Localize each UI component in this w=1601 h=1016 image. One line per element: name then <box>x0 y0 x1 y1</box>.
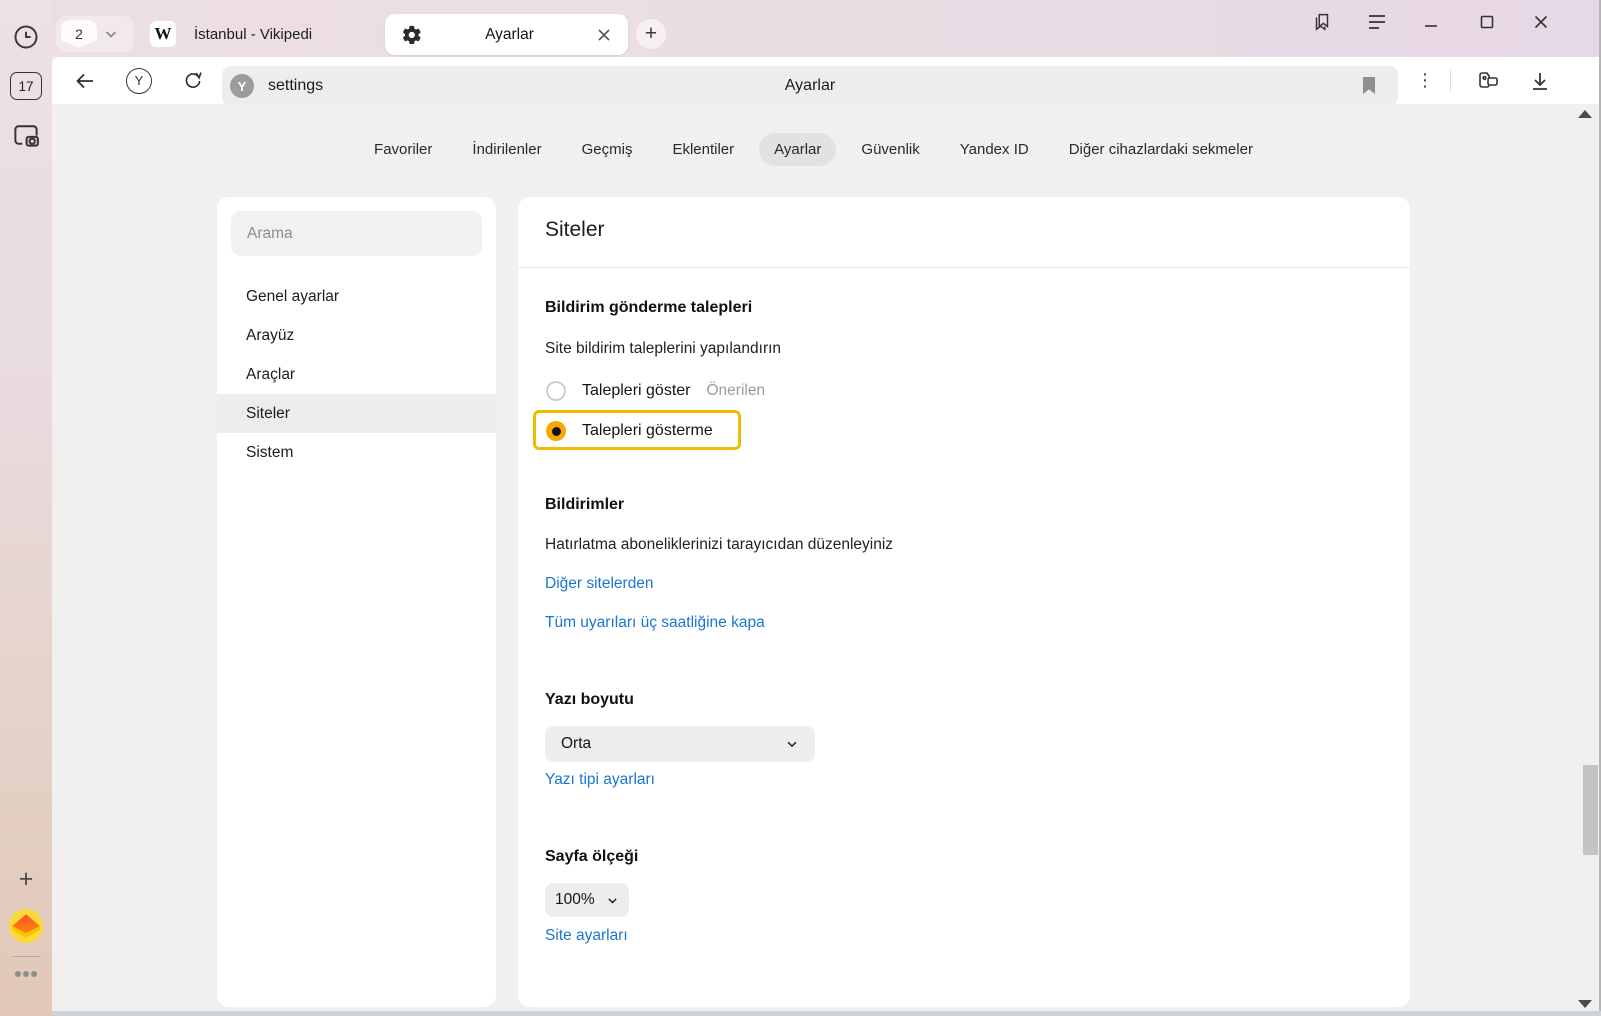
window-border-bottom <box>52 1011 1601 1016</box>
nav-tab-favoriler[interactable]: Favoriler <box>359 133 447 166</box>
section-divider <box>518 267 1410 268</box>
tab-count-badge: 2 <box>61 20 97 48</box>
nav-tab-diger-cihazlar[interactable]: Diğer cihazlardaki sekmeler <box>1054 133 1268 166</box>
sidebar-item-arayuz[interactable]: Arayüz <box>217 316 496 355</box>
page-title-centered: Ayarlar <box>222 66 1398 106</box>
url-text: settings <box>268 66 323 106</box>
toolbar-divider <box>1450 70 1451 92</box>
close-tab-icon[interactable] <box>596 27 612 43</box>
settings-sidebar: Genel ayarlar Arayüz Araçlar Siteler Sis… <box>217 197 496 1007</box>
tab-ayarlar-active[interactable]: Ayarlar <box>385 14 628 55</box>
bookmark-icon[interactable] <box>1360 76 1378 96</box>
bookmarks-panel-icon[interactable] <box>1305 10 1339 34</box>
tab-counter-button[interactable]: 2 <box>56 16 134 52</box>
site-favicon: Y <box>230 74 254 98</box>
nav-tab-gecmis[interactable]: Geçmiş <box>567 133 648 166</box>
nav-tab-eklentiler[interactable]: Eklentiler <box>657 133 749 166</box>
nav-tab-guvenlik[interactable]: Güvenlik <box>846 133 934 166</box>
page-scale-value: 100% <box>555 891 595 909</box>
sidebar-item-genel-ayarlar[interactable]: Genel ayarlar <box>217 277 496 316</box>
tab-title: İstanbul - Vikipedi <box>194 26 312 43</box>
font-size-value: Orta <box>561 735 591 753</box>
nav-tab-ayarlar[interactable]: Ayarlar <box>759 133 836 166</box>
toolbar: Y Y settings Ayarlar ⋮ <box>52 57 1601 104</box>
plus-button[interactable]: + <box>0 864 52 894</box>
notif-requests-description: Site bildirim taleplerini yapılandırın <box>545 340 781 358</box>
radio-show-requests[interactable] <box>546 381 566 401</box>
notifications-description: Hatırlatma aboneliklerinizi tarayıcıdan … <box>545 536 893 554</box>
wikipedia-favicon: W <box>150 21 176 47</box>
radio-show-label[interactable]: Talepleri göster <box>582 382 691 400</box>
download-icon[interactable] <box>1522 57 1558 104</box>
more-dots-icon[interactable] <box>0 964 52 984</box>
settings-nav-tabs: Favoriler İndirilenler Geçmiş Eklentiler… <box>217 133 1410 166</box>
sidebar-item-araclar[interactable]: Araçlar <box>217 355 496 394</box>
new-tab-button[interactable]: + <box>636 19 666 49</box>
notif-requests-heading: Bildirim gönderme talepleri <box>545 299 752 317</box>
link-site-settings[interactable]: Site ayarları <box>545 927 628 945</box>
radio-hide-requests[interactable] <box>546 421 566 441</box>
mail-app-icon[interactable] <box>0 908 52 944</box>
link-mute-three-hours[interactable]: Tüm uyarıları üç saatliğine kapa <box>545 614 765 632</box>
settings-gear-icon <box>401 24 423 46</box>
tab-istanbul-vikipedi[interactable]: W İstanbul - Vikipedi <box>150 16 312 52</box>
font-size-heading: Yazı boyutu <box>545 691 634 709</box>
maximize-button[interactable] <box>1470 10 1504 34</box>
date-badge[interactable]: 17 <box>0 70 52 102</box>
page-scale-select[interactable]: 100% <box>545 883 629 917</box>
minimize-button[interactable] <box>1414 10 1448 34</box>
active-tab-title: Ayarlar <box>423 26 596 44</box>
more-menu-icon[interactable]: ⋮ <box>1408 57 1442 104</box>
notifications-heading: Bildirimler <box>545 496 624 514</box>
sidebar-item-siteler[interactable]: Siteler <box>217 394 496 433</box>
menu-icon[interactable] <box>1360 10 1394 34</box>
radio-hide-label[interactable]: Talepleri gösterme <box>582 422 713 440</box>
reload-icon[interactable] <box>176 57 210 104</box>
back-icon[interactable] <box>68 57 102 104</box>
date-badge-number: 17 <box>10 72 42 100</box>
rail-divider <box>12 956 40 957</box>
recommended-badge: Önerilen <box>707 382 766 400</box>
scroll-down-arrow[interactable] <box>1578 1000 1592 1008</box>
chevron-down-icon <box>103 26 119 42</box>
font-size-select[interactable]: Orta <box>545 726 815 762</box>
scrollbar-thumb[interactable] <box>1583 765 1598 855</box>
scroll-up-arrow[interactable] <box>1578 110 1592 118</box>
page-scale-heading: Sayfa ölçeği <box>545 848 638 866</box>
nav-tab-indirilenler[interactable]: İndirilenler <box>457 133 556 166</box>
yandex-button[interactable]: Y <box>122 57 156 104</box>
radio-row-show-requests[interactable]: Talepleri göster Önerilen <box>546 379 765 403</box>
history-clock-icon[interactable] <box>0 22 52 52</box>
radio-row-hide-requests[interactable]: Talepleri gösterme <box>546 419 713 443</box>
url-bar[interactable]: Y settings Ayarlar <box>222 66 1398 106</box>
siteler-section-panel: Siteler Bildirim gönderme talepleri Site… <box>518 197 1410 1007</box>
screenshot-icon[interactable] <box>0 118 52 152</box>
close-button[interactable] <box>1524 10 1558 34</box>
chevron-down-icon <box>606 894 619 907</box>
sidebar-item-sistem[interactable]: Sistem <box>217 433 496 472</box>
section-title: Siteler <box>545 218 605 242</box>
collections-icon[interactable] <box>1468 57 1508 104</box>
nav-tab-yandex-id[interactable]: Yandex ID <box>945 133 1044 166</box>
browser-window: 17 + <box>0 0 1601 1016</box>
tab-strip: 2 W İstanbul - Vikipedi Ayarlar + <box>52 0 1601 57</box>
chevron-down-icon <box>785 737 799 751</box>
search-input[interactable] <box>231 211 482 256</box>
link-font-settings[interactable]: Yazı tipi ayarları <box>545 771 655 789</box>
left-rail: 17 + <box>0 0 52 1016</box>
link-other-sites[interactable]: Diğer sitelerden <box>545 575 654 593</box>
